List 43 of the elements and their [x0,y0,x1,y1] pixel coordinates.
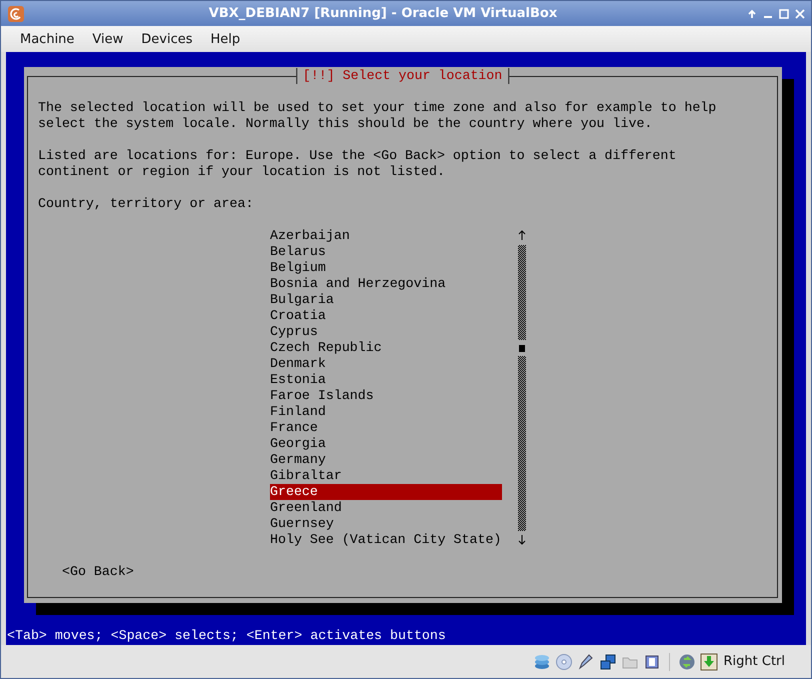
app-logo-icon [7,4,25,22]
hard-disk-icon[interactable] [532,652,550,670]
download-icon[interactable] [700,652,718,670]
instruction-text: The selected location will be used to set your time zone and also for example to help select the system locale. Normally this should be the country where you live. [38,100,718,132]
country-item[interactable]: Czech Republic [270,340,502,356]
country-item[interactable]: Belarus [270,244,502,260]
menu-item[interactable]: Help [202,32,250,46]
country-item[interactable]: Gibraltar [270,468,502,484]
chip-icon[interactable] [642,652,660,670]
help-line: <Tab> moves; <Space> selects; <Enter> activates buttons [6,628,447,644]
close-icon[interactable] [795,8,805,18]
window-title: VBX_DEBIAN7 [Running] - Oracle VM VirtualBox [208,6,558,21]
country-item[interactable]: Georgia [270,436,502,452]
menu-item[interactable]: Devices [132,32,202,46]
prompt-label: Country, territory or area: [38,196,254,212]
country-item[interactable]: France [270,420,502,436]
country-item[interactable]: Holy See (Vatican City State) [270,532,502,548]
country-item[interactable]: Germany [270,452,502,468]
pen-icon[interactable] [576,652,594,670]
menu-item[interactable]: Machine [11,32,84,46]
country-item[interactable]: Finland [270,404,502,420]
windows-icon[interactable] [598,652,616,670]
country-item[interactable]: Cyprus [270,324,502,340]
maximize-icon[interactable] [779,8,789,18]
country-item[interactable]: Croatia [270,308,502,324]
country-item[interactable]: Bulgaria [270,292,502,308]
scrollbar-track[interactable] [518,245,526,531]
country-item[interactable]: Bosnia and Herzegovina [270,276,502,292]
country-item[interactable]: Guernsey [270,516,502,532]
country-item[interactable]: Azerbaijan [270,228,502,244]
country-item[interactable]: Greenland [270,500,502,516]
keep-above-icon[interactable] [747,8,757,18]
country-item[interactable]: Faroe Islands [270,388,502,404]
country-item[interactable]: Estonia [270,372,502,388]
country-item[interactable]: Denmark [270,356,502,372]
country-item[interactable]: Greece [270,484,502,500]
go-back-button[interactable]: <Go Back> [62,564,134,580]
globe-icon[interactable] [678,652,696,670]
instruction-text: Listed are locations for: Europe. Use the <Go Back> option to select a different continent or region if your location is not listed. [38,148,678,180]
dialog-title: [!!] Select your location [296,68,510,84]
country-item[interactable]: Belgium [270,260,502,276]
menu-item[interactable]: View [83,32,132,46]
host-key-label: Right Ctrl [724,654,785,669]
